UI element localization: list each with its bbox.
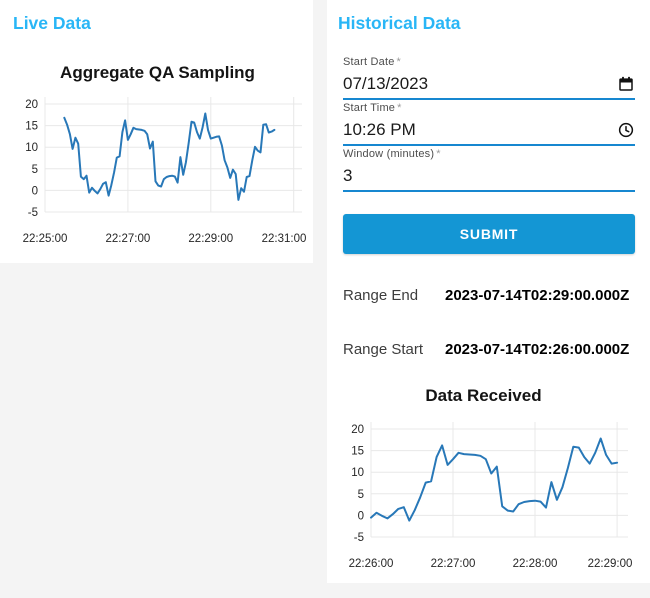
svg-text:22:28:00: 22:28:00 [513, 558, 558, 570]
start-time-input[interactable] [343, 120, 617, 140]
svg-text:15: 15 [25, 121, 38, 133]
svg-text:10: 10 [25, 142, 38, 154]
required-asterisk: * [436, 148, 441, 160]
range-start-row: Range Start 2023-07-14T02:26:00.000Z [343, 341, 643, 359]
start-date-field: Start Date * [343, 55, 635, 100]
svg-text:10: 10 [351, 467, 364, 479]
svg-text:15: 15 [351, 446, 364, 458]
svg-text:22:29:00: 22:29:00 [588, 558, 633, 570]
svg-text:20: 20 [351, 424, 364, 436]
data-received-chart: -5 0 5 10 15 20 22:26:00 22:27:00 22:28:00 22:29:… [349, 422, 633, 570]
historical-data-panel: Historical Data Start Date* Sta [327, 0, 650, 583]
svg-text:-5: -5 [28, 207, 38, 219]
window-minutes-label: Window (minutes) * [343, 147, 635, 162]
svg-text:0: 0 [358, 510, 364, 522]
svg-text:20: 20 [25, 99, 38, 111]
svg-text:22:29:00: 22:29:00 [188, 233, 233, 245]
dashboard-page: Live Data Aggregate QA Sampling -5 0 5 10 15… [0, 0, 650, 598]
required-asterisk: * [396, 56, 402, 68]
data-received-chart-title: Data Received [425, 386, 542, 405]
window-minutes-row [343, 162, 635, 192]
svg-text:22:27:00: 22:27:00 [431, 558, 476, 570]
svg-text:5: 5 [358, 489, 364, 501]
start-date-input[interactable] [343, 74, 617, 94]
start-date-row [343, 70, 635, 100]
range-end-row: Range End 2023-07-14T02:29:00.000Z [343, 287, 643, 305]
window-minutes-field: Window (minutes) * [343, 147, 635, 192]
aggregate-qa-sampling-chart: -5 0 5 10 15 20 22:25:00 22:27:00 22:29:00 22:31:… [23, 97, 307, 245]
live-data-panel: Live Data Aggregate QA Sampling -5 0 5 10 15… [0, 0, 313, 263]
svg-text:0: 0 [32, 185, 38, 197]
submit-button[interactable]: SUBMIT [343, 214, 635, 254]
range-start-label: Range Start [343, 341, 424, 358]
svg-text:5: 5 [32, 164, 38, 176]
live-panel-title: Live Data [13, 13, 91, 33]
window-minutes-input[interactable] [343, 166, 635, 186]
field-label-text: Window (minutes) [343, 148, 435, 160]
range-end-value: 2023-07-14T02:29:00.000Z [445, 287, 630, 304]
svg-text:22:27:00: 22:27:00 [106, 233, 151, 245]
start-time-field: Start Time * [343, 101, 635, 146]
range-end-label: Range End [343, 287, 419, 304]
live-chart-title: Aggregate QA Sampling [60, 63, 255, 82]
start-time-row [343, 116, 635, 146]
start-time-label: Start Time * [343, 101, 635, 116]
calendar-icon[interactable] [617, 75, 635, 93]
svg-text:-5: -5 [354, 532, 364, 544]
range-start-value: 2023-07-14T02:26:00.000Z [445, 341, 630, 358]
field-label-text: Start Date [343, 56, 395, 68]
required-asterisk: * [397, 102, 402, 114]
svg-text:22:25:00: 22:25:00 [23, 233, 68, 245]
clock-icon[interactable] [617, 121, 635, 139]
start-date-label: Start Date * [343, 55, 635, 70]
historical-panel-title: Historical Data [338, 13, 461, 33]
svg-text:22:26:00: 22:26:00 [349, 558, 394, 570]
field-label-text: Start Time [343, 102, 396, 114]
svg-text:22:31:00: 22:31:00 [262, 233, 307, 245]
